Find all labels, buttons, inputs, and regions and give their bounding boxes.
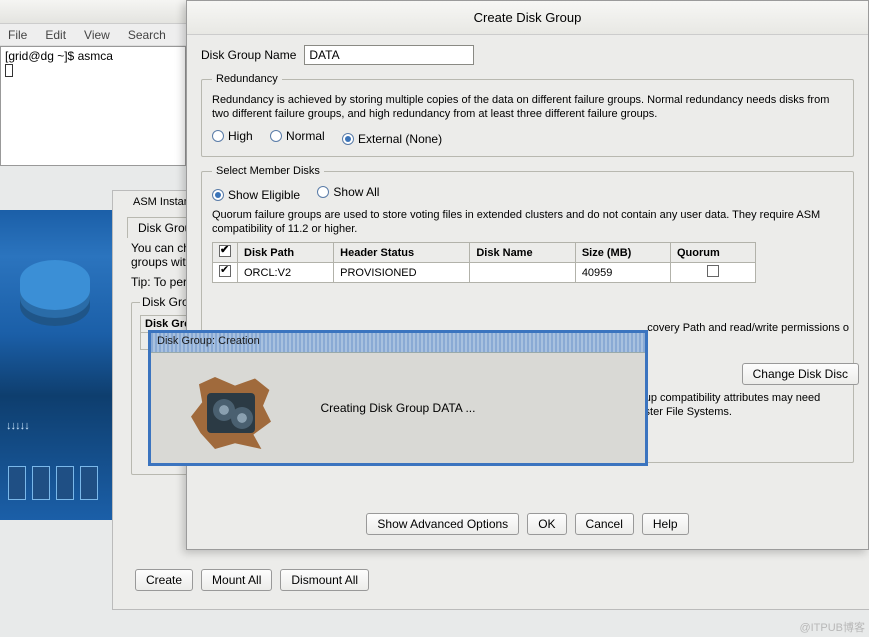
radio-show-eligible[interactable]: Show Eligible <box>212 188 300 202</box>
radio-high[interactable]: High <box>212 129 253 143</box>
progress-dialog: Disk Group: Creation Creating Disk Group… <box>148 330 648 466</box>
perm-note: covery Path and read/write permissions o <box>647 321 849 335</box>
col-size: Size (MB) <box>575 243 670 263</box>
col-name: Disk Name <box>470 243 575 263</box>
progress-message: Creating Disk Group DATA ... <box>321 401 476 415</box>
menu-file[interactable]: File <box>8 28 27 42</box>
show-advanced-button[interactable]: Show Advanced Options <box>366 513 519 535</box>
create-disk-group-dialog: Create Disk Group Disk Group Name Redund… <box>186 0 869 550</box>
disk-groups-legend: Disk Gro <box>140 295 191 309</box>
row-checkbox[interactable] <box>219 265 231 277</box>
dialog-title: Create Disk Group <box>187 1 868 35</box>
dg-name-input[interactable] <box>304 45 474 65</box>
dismount-all-button[interactable]: Dismount All <box>280 569 369 591</box>
gears-icon <box>191 377 271 449</box>
menu-edit[interactable]: Edit <box>45 28 66 42</box>
header-checkbox[interactable] <box>219 245 231 257</box>
sidebar-graphic: ↓ ↓ ↓ ↓ ↓ <box>0 210 112 520</box>
quorum-note: Quorum failure groups are used to store … <box>212 208 843 236</box>
menu-search[interactable]: Search <box>128 28 166 42</box>
help-button[interactable]: Help <box>642 513 689 535</box>
create-button[interactable]: Create <box>135 569 193 591</box>
table-row[interactable]: ORCL:V2 PROVISIONED 40959 <box>213 263 756 283</box>
cell-path: ORCL:V2 <box>238 263 334 283</box>
change-discovery-button[interactable]: Change Disk Disc <box>742 363 859 385</box>
col-path: Disk Path <box>238 243 334 263</box>
progress-title: Disk Group: Creation <box>151 333 645 353</box>
terminal[interactable]: [grid@dg ~]$ asmca <box>0 46 186 166</box>
hint2: groups with <box>131 255 192 269</box>
watermark: @ITPUB博客 <box>799 619 865 635</box>
radio-normal[interactable]: Normal <box>270 129 325 143</box>
disks-table: Disk Path Header Status Disk Name Size (… <box>212 242 756 283</box>
radio-external[interactable]: External (None) <box>342 132 442 146</box>
redundancy-desc: Redundancy is achieved by storing multip… <box>212 93 843 121</box>
col-header: Header Status <box>334 243 470 263</box>
col-quorum: Quorum <box>671 243 756 263</box>
dg-name-label: Disk Group Name <box>201 48 296 62</box>
mount-all-button[interactable]: Mount All <box>201 569 272 591</box>
quorum-checkbox[interactable] <box>707 265 719 277</box>
redundancy-legend: Redundancy <box>212 73 282 85</box>
cell-size: 40959 <box>575 263 670 283</box>
redundancy-fieldset: Redundancy Redundancy is achieved by sto… <box>201 73 854 157</box>
member-legend: Select Member Disks <box>212 165 324 177</box>
ok-button[interactable]: OK <box>527 513 566 535</box>
radio-show-all[interactable]: Show All <box>317 185 379 199</box>
terminal-cmd: asmca <box>78 49 113 63</box>
hint1: You can ch <box>131 241 192 255</box>
tip: Tip: To perf <box>131 275 192 289</box>
cell-header: PROVISIONED <box>334 263 470 283</box>
terminal-prompt: [grid@dg ~]$ <box>5 49 78 63</box>
terminal-cursor <box>5 64 13 77</box>
menu-view[interactable]: View <box>84 28 110 42</box>
cancel-button[interactable]: Cancel <box>575 513 634 535</box>
cell-name <box>470 263 575 283</box>
